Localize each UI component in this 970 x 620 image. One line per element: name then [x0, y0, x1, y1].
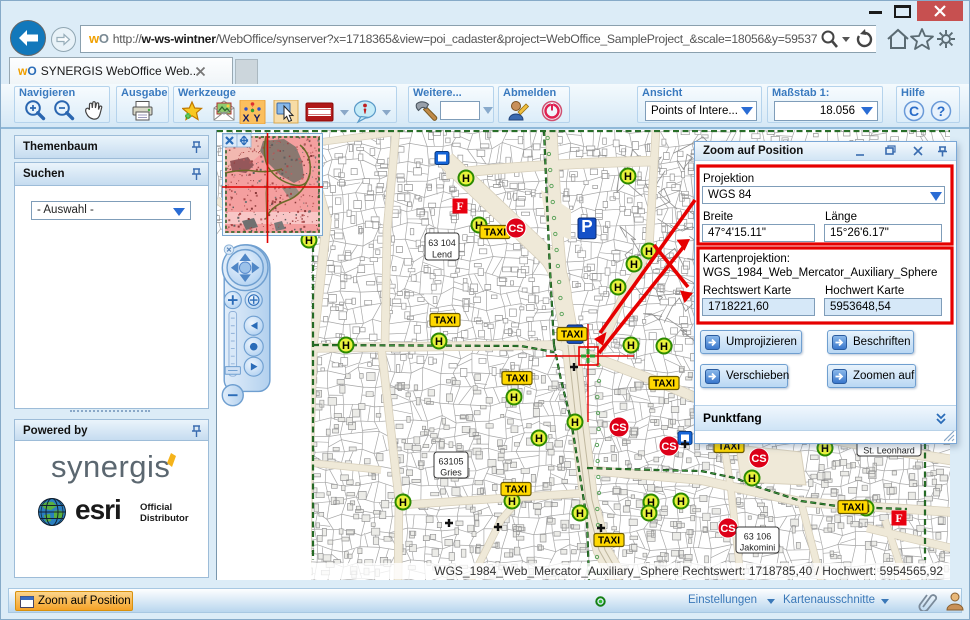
- svg-text:F: F: [456, 199, 463, 213]
- svg-text:Gries: Gries: [440, 468, 462, 478]
- svg-text:H: H: [677, 496, 685, 508]
- svg-text:TAXI: TAXI: [653, 379, 675, 390]
- svg-text:TAXI: TAXI: [842, 503, 864, 514]
- svg-text:P: P: [581, 217, 592, 236]
- svg-text:TAXI: TAXI: [561, 330, 583, 341]
- svg-text:F: F: [895, 511, 902, 525]
- svg-text:H: H: [462, 173, 470, 185]
- svg-text:63105: 63105: [438, 457, 463, 467]
- svg-text:Jakomini: Jakomini: [740, 543, 776, 553]
- svg-text:H: H: [535, 433, 543, 445]
- svg-text:Lend: Lend: [432, 249, 452, 259]
- svg-text:?: ?: [937, 103, 946, 119]
- svg-text:H: H: [508, 496, 516, 508]
- svg-text:E/A: E/A: [579, 243, 588, 249]
- svg-text:CS: CS: [508, 223, 523, 235]
- svg-text:H: H: [435, 336, 443, 348]
- svg-text:CS: CS: [751, 453, 766, 465]
- svg-text:H: H: [571, 417, 579, 429]
- svg-text:TAXI: TAXI: [506, 374, 528, 385]
- svg-text:CS: CS: [720, 523, 735, 535]
- svg-text:Y: Y: [254, 113, 261, 125]
- svg-text:H: H: [627, 340, 635, 352]
- svg-text:X: X: [243, 113, 250, 125]
- svg-text:H: H: [614, 282, 622, 294]
- svg-text:H: H: [645, 508, 653, 520]
- svg-text:TAXI: TAXI: [484, 228, 506, 239]
- svg-text:TAXI: TAXI: [598, 536, 620, 547]
- svg-text:H: H: [748, 473, 756, 485]
- svg-text:H: H: [645, 246, 653, 258]
- svg-text:TAXI: TAXI: [434, 316, 456, 327]
- svg-text:H: H: [630, 259, 638, 271]
- svg-text:H: H: [624, 171, 632, 183]
- svg-text:C: C: [909, 103, 919, 119]
- svg-text:H: H: [821, 443, 829, 455]
- svg-text:CS: CS: [611, 422, 626, 434]
- svg-text:CS: CS: [661, 441, 676, 453]
- svg-text:63 106: 63 106: [744, 532, 772, 542]
- svg-text:H: H: [510, 392, 518, 404]
- svg-text:St. Leonhard: St. Leonhard: [863, 446, 915, 456]
- svg-text:H: H: [660, 341, 668, 353]
- svg-text:H: H: [576, 508, 584, 520]
- svg-text:63 104: 63 104: [428, 238, 456, 248]
- svg-text:H: H: [399, 497, 407, 509]
- svg-text:TAXI: TAXI: [505, 485, 527, 496]
- svg-text:H: H: [342, 340, 350, 352]
